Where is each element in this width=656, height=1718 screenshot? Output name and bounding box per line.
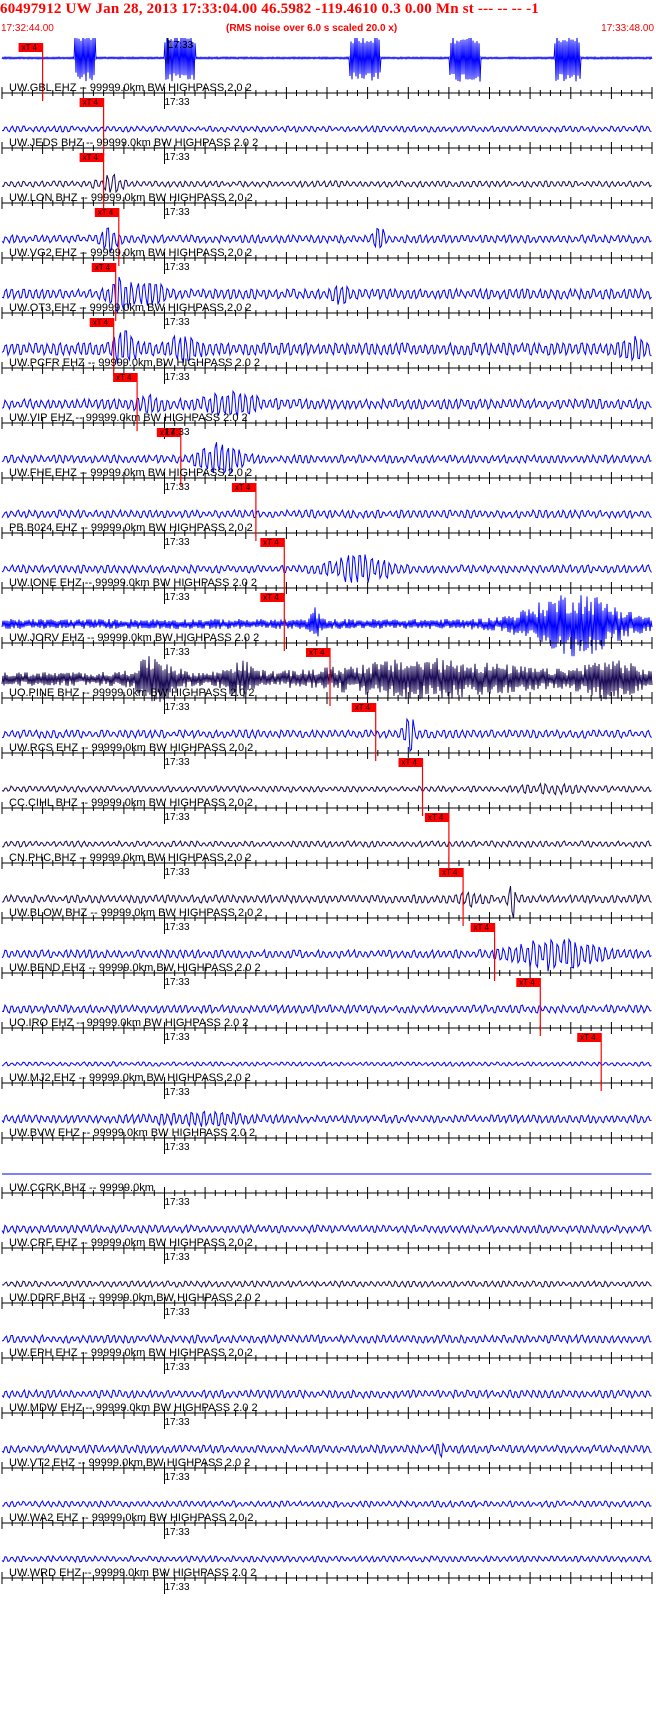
station-label: UW.OT3 EHZ -- 99999.0km BW HIGHPASS 2.0 … — [9, 302, 251, 314]
station-label: CC.CIHL BHZ -- 99999.0km BW HIGHPASS 2.0… — [9, 797, 253, 809]
time-tick-label: 17:33 — [165, 152, 190, 163]
time-tick-label: 17:33 — [165, 757, 190, 768]
time-tick-label: 17:33 — [165, 1197, 190, 1208]
pick-label: xT 4 — [580, 1033, 596, 1042]
station-label: UW.VT2 EHZ -- 99999.0km BW HIGHPASS 2.0 … — [9, 1457, 250, 1469]
waveform-trace — [1, 1388, 652, 1400]
waveform-trace — [1, 1333, 652, 1345]
time-tick-label: 17:33 — [165, 1417, 190, 1428]
pick-label: xT 4 — [98, 208, 114, 217]
time-tick-label: 17:33 — [165, 867, 190, 878]
pick-label: xT 4 — [93, 318, 109, 327]
waveform-trace — [1, 38, 653, 82]
pick-label: xT 4 — [95, 263, 111, 272]
time-tick-label: 17:33 — [165, 1142, 190, 1153]
station-label: UW.DDRF BHZ -- 99999.0km BW HIGHPASS 2.0… — [9, 1292, 261, 1304]
time-tick-label: 17:33 — [165, 1527, 190, 1538]
end-time: 17:33:48.00 — [601, 23, 654, 34]
time-tick-label: 17:33 — [165, 262, 190, 273]
time-tick-label: 17:33 — [165, 647, 190, 658]
station-label: CN.PHC BHZ -- 99999.0km BW HIGHPASS 2.0 … — [9, 852, 251, 864]
station-label: UW.JEDS BHZ -- 99999.0km BW HIGHPASS 2.0… — [9, 137, 258, 149]
pick-label: xT 4 — [83, 98, 99, 107]
pick-label: xT 4 — [402, 758, 418, 767]
station-label: PB.B024 EHZ -- 99999.0km BW HIGHPASS 2.0… — [9, 522, 253, 534]
time-tick-label: 17:33 — [165, 1307, 190, 1318]
station-label: UW.WA2 EHZ -- 99999.0km BW HIGHPASS 2.0 … — [9, 1512, 254, 1524]
time-tick-label: 17:33 — [165, 1582, 190, 1593]
pick-label: xT 4 — [474, 923, 490, 932]
station-label: UW.BEND EHZ -- 99999.0km BW HIGHPASS 2.0… — [9, 962, 261, 974]
waveform-trace — [1, 1499, 652, 1509]
time-tick-label: 17:33 — [165, 812, 190, 823]
station-label: UW.VG2 EHZ -- 99999.0km BW HIGHPASS 2.0 … — [9, 247, 252, 259]
pick-label: xT 4 — [428, 813, 444, 822]
station-label: UW.MJ2 EHZ -- 99999.0km BW HIGHPASS 2.0 … — [9, 1072, 251, 1084]
waveform-trace — [1, 508, 652, 520]
time-tick-label: 17:33 — [165, 1472, 190, 1483]
time-tick-label: 17:33 — [165, 1087, 190, 1098]
time-tick-label: 17:33 — [165, 97, 190, 108]
station-label: UW.RCS EHZ -- 99999.0km BW HIGHPASS 2.0 … — [9, 742, 253, 754]
station-label: UW.IONE EHZ -- 99999.0km BW HIGHPASS 2.0… — [9, 577, 257, 589]
time-tick-label: 17:33 — [165, 482, 190, 493]
station-label: UW.MDW EHZ -- 99999.0km BW HIGHPASS 2.0 … — [9, 1402, 258, 1414]
start-time: 17:32:44.00 — [1, 23, 54, 34]
station-label: UW.WRD EHZ -- 99999.0km BW HIGHPASS 2.0 … — [9, 1567, 256, 1579]
station-label: UW.EPH EHZ -- 99999.0km BW HIGHPASS 2.0 … — [9, 1347, 253, 1359]
pick-label: xT 4 — [519, 978, 535, 987]
label-layer: 17:33 UW.GBL EHZ -- 99999.0km BW HIGHPASS… — [9, 40, 262, 1593]
time-tick-label: 17:33 — [165, 1252, 190, 1263]
rms-note: (RMS noise over 6.0 s scaled 20.0 x) — [226, 23, 398, 34]
time-tick-label: 17:33 — [165, 922, 190, 933]
pick-label: xT 4 — [263, 538, 279, 547]
station-label: UW.BLOW BHZ -- 99999.0km BW HIGHPASS 2.0… — [9, 907, 262, 919]
pick-label: xT 4 — [116, 373, 132, 382]
event-title: 60497912 UW Jan 28, 2013 17:33:04.00 46.… — [0, 1, 540, 17]
pick-label: xT 4 — [263, 593, 279, 602]
station-label: UO.PINE BHZ -- 99999.0km BW HIGHPASS 2.0… — [9, 687, 255, 699]
time-tick-label: 17:33 — [165, 537, 190, 548]
pick-label: xT 4 — [83, 153, 99, 162]
waveform-trace — [1, 839, 652, 849]
pick-label: xT 4 — [442, 868, 458, 877]
time-tick-label: 17:33 — [165, 317, 190, 328]
waveform-trace — [2, 125, 652, 133]
waveform-trace — [1, 1279, 652, 1289]
pick-label: xT 4 — [235, 483, 251, 492]
time-tick-label: 17:33 — [165, 977, 190, 988]
pick-label: xT 4 — [355, 703, 371, 712]
station-label: UW.BVW EHZ -- 99999.0km BW HIGHPASS 2.0 … — [9, 1127, 255, 1139]
station-label: UW.GBL EHZ -- 99999.0km BW HIGHPASS 2.0 … — [9, 82, 252, 94]
waveform-trace — [1, 1060, 652, 1068]
time-tick-label: 17:33 — [165, 427, 190, 438]
station-label: UW.VIP EHZ -- 99999.0km BW HIGHPASS 2.0 … — [9, 412, 248, 424]
pick-label: xT 4 — [22, 43, 38, 52]
waveform-trace — [1, 782, 652, 796]
seismogram-plot: xT 4 xT 4 xT 4 xT 4 xT 4 xT 4 xT 4 xT 4 xT 4 xT 4… — [1, 38, 653, 1594]
station-label: UW.LON BHZ -- 99999.0km BW HIGHPASS 2.0 … — [9, 192, 253, 204]
waveform-trace — [1, 1003, 652, 1015]
station-label: UW.FHE EHZ -- 99999.0km BW HIGHPASS 2.0 … — [9, 467, 252, 479]
time-tick-label: 17:33 — [165, 1362, 190, 1373]
seismogram-header: 60497912 UW Jan 28, 2013 17:33:04.00 46.… — [0, 0, 656, 38]
waveform-trace — [1, 1223, 652, 1235]
waveform-trace — [1, 1441, 652, 1459]
waveform-trace — [1, 1110, 652, 1128]
waveform-trace — [1, 173, 652, 194]
station-label: UW.PCFR EHZ -- 99999.0km BW HIGHPASS 2.0… — [9, 357, 260, 369]
time-tick-label: 17:33 — [168, 40, 193, 51]
time-tick-label: 17:33 — [165, 702, 190, 713]
time-tick-label: 17:33 — [165, 372, 190, 383]
pick-label: xT 4 — [309, 648, 325, 657]
time-tick-label: 17:33 — [165, 1032, 190, 1043]
station-label: UO.IRO EHZ -- 99999.0km BW HIGHPASS 2.0 … — [9, 1017, 248, 1029]
station-label: UW.CRF EHZ -- 99999.0km BW HIGHPASS 2.0 … — [9, 1237, 253, 1249]
station-label: UW.JORV EHZ -- 99999.0km BW HIGHPASS 2.0… — [9, 632, 259, 644]
time-tick-label: 17:33 — [165, 207, 190, 218]
station-label: UW.CCRK BHZ -- 99999.0km — [9, 1182, 154, 1194]
time-tick-label: 17:33 — [165, 592, 190, 603]
waveform-trace — [1, 1554, 652, 1564]
